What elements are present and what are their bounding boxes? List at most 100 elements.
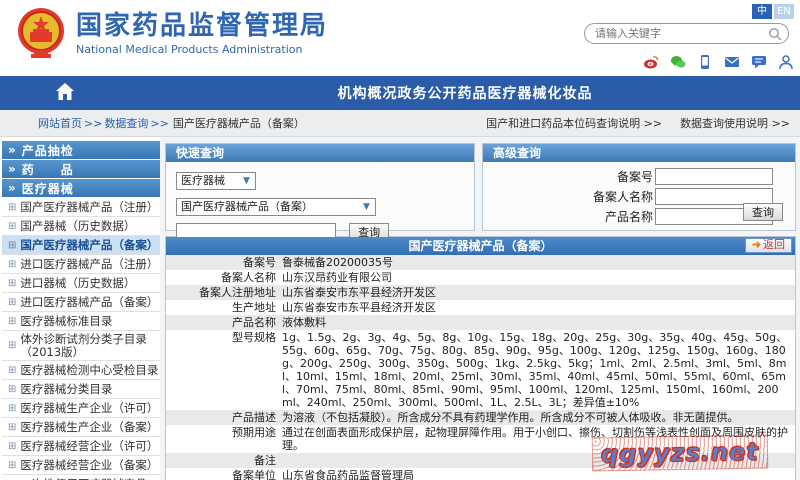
lang-zh-button[interactable]: 中 (752, 4, 772, 19)
sidebar-item[interactable]: » ⊞ 体外诊断试剂分类子目录（2013版） (2, 331, 160, 361)
sidebar-item[interactable]: » ⊞ 医疗器械生产企业（许可） (2, 399, 160, 418)
chevrons-icon: » (8, 181, 17, 195)
type-select[interactable]: 国产医疗器械产品（备案） ▼ (176, 198, 376, 216)
help-link[interactable]: 数据查询使用说明 >> (680, 115, 790, 131)
help-links: 国产和进口药品本位码查询说明 >> 数据查询使用说明 >> (486, 115, 790, 131)
sidebar-item-label: 医疗器械生产企业（备案） (20, 419, 158, 435)
detail-title-bar: 国产医疗器械产品（备案） ➜返回 (166, 237, 795, 255)
expand-icon: ⊞ (8, 259, 16, 270)
sidebar-item[interactable]: » ⊞ 医疗器械 (2, 179, 160, 198)
logo-area: 国家药品监督管理局 National Medical Products Admi… (16, 6, 328, 60)
breadcrumb: 网站首页>>数据查询>> 国产医疗器械产品（备案） (38, 115, 305, 131)
detail-row-label: 产品描述 (166, 411, 282, 424)
chevron-down-icon: ▼ (240, 175, 253, 187)
sidebar-item[interactable]: » ⊞ 进口医疗器械产品（备案） (2, 293, 160, 312)
nav-item-label[interactable]: 机构概况 (338, 86, 398, 102)
detail-row-value: 为溶液（不包括凝胶）。所含成分不具有药理学作用。所含成分不可被人体吸收。非无菌提… (282, 411, 795, 424)
mail-icon[interactable] (724, 54, 740, 70)
mobile-icon[interactable] (697, 54, 713, 70)
sidebar-item[interactable]: » ⊞ 医疗器械生产企业（备案） (2, 418, 160, 437)
message-icon[interactable] (751, 54, 767, 70)
detail-row: 产品描述 为溶液（不包括凝胶）。所含成分不具有药理学作用。所含成分不可被人体吸收… (166, 410, 795, 425)
sidebar-item[interactable]: » ⊞ 医疗器械经营企业（许可） (2, 437, 160, 456)
expand-icon: ⊞ (8, 221, 16, 232)
sidebar-item[interactable]: » ⊞ 医疗器械标准目录 (2, 312, 160, 331)
chevron-down-icon: ▼ (360, 201, 373, 213)
detail-row-value: 液体敷料 (282, 316, 795, 329)
sidebar-item[interactable]: » ⊞ 医疗器械检测中心受检目录 (2, 361, 160, 380)
sidebar-item[interactable]: » ⊞ 药 品 (2, 160, 160, 179)
nav-item: 机构概况政务公开药品医疗器械化妆品 (130, 83, 800, 103)
expand-icon: ⊞ (8, 297, 16, 308)
search-panels: 快速查询 医疗器械 ▼ 国产医疗器械产品（备案） ▼ (165, 143, 796, 231)
page: 国家药品监督管理局 National Medical Products Admi… (0, 0, 800, 480)
site-search-input[interactable] (595, 26, 765, 41)
detail-row-label: 产品名称 (166, 316, 282, 329)
back-button[interactable]: ➜返回 (745, 238, 792, 253)
sidebar-item[interactable]: » ⊞ 产品抽检 (2, 141, 160, 160)
sidebar-item-label: 医疗器械分类目录 (20, 381, 112, 397)
language-switch: 中 EN (584, 4, 794, 19)
sidebar-item-label: 国产医疗器械产品（注册） (20, 199, 158, 215)
sidebar-item-label: 药 品 (22, 161, 74, 178)
watermark: qgyyzs.net (592, 434, 768, 471)
expand-icon: ⊞ (8, 460, 16, 471)
nav-item-label[interactable]: 政务公开 (398, 86, 458, 102)
sidebar: » ⊞ 产品抽检 » ⊞ 药 品 » ⊞ 医疗器械 » (0, 137, 160, 480)
detail-row: 备案人注册地址 山东省泰安市东平县经济开发区 (166, 285, 795, 300)
nav-home[interactable] (0, 83, 130, 104)
field-label: 备案人名称 (578, 188, 653, 205)
detail-row-label: 生产地址 (166, 301, 282, 314)
advanced-search-title: 高级查询 (483, 144, 795, 162)
expand-icon: ⊞ (8, 441, 16, 452)
lang-en-button[interactable]: EN (774, 4, 794, 19)
expand-icon: ⊞ (8, 422, 16, 433)
user-icon[interactable] (778, 54, 794, 70)
detail-row-label: 型号规格 (166, 331, 282, 409)
sidebar-item-label: 医疗器械检测中心受检目录 (20, 362, 158, 378)
detail-row-label: 备案号 (166, 256, 282, 269)
detail-row: 生产地址 山东省泰安市东平县经济开发区 (166, 300, 795, 315)
nav-item-label[interactable]: 化妆品 (548, 86, 593, 102)
chevrons-icon: » (8, 143, 17, 157)
sidebar-item[interactable]: » ⊞ 国产医疗器械产品（注册） (2, 198, 160, 217)
category-select[interactable]: 医疗器械 ▼ (176, 172, 256, 190)
sidebar-item[interactable]: » ⊞ 国产器械（历史数据） (2, 217, 160, 236)
expand-icon: ⊞ (8, 339, 16, 352)
advanced-search-row: 备案号 (483, 168, 787, 185)
nav-item-label[interactable]: 医疗器械 (488, 86, 548, 102)
sidebar-item[interactable]: » ⊞ 医疗器械分类目录 (2, 380, 160, 399)
detail-row-label: 备注 (166, 454, 282, 467)
detail-row: 备案号 鲁泰械备20200035号 (166, 255, 795, 270)
sidebar-item-label: 进口医疗器械产品（注册） (20, 256, 158, 272)
breadcrumb-link[interactable]: 数据查询 (104, 117, 148, 130)
sidebar-item[interactable]: » ⊞ 医疗器械经营企业（备案） (2, 456, 160, 475)
advanced-search-panel: 高级查询 备案号 备案人名称 (482, 143, 796, 231)
sidebar-item-label: 医疗器械经营企业（备案） (20, 457, 158, 473)
search-icon[interactable] (768, 27, 782, 41)
main-column: 快速查询 医疗器械 ▼ 国产医疗器械产品（备案） ▼ (160, 137, 800, 480)
advanced-search-button[interactable]: 查询 (743, 203, 783, 221)
field-input[interactable] (655, 168, 773, 185)
home-icon (56, 83, 74, 100)
quick-search-title: 快速查询 (166, 144, 474, 162)
sidebar-item[interactable]: » ⊞ 进口器械（历史数据） (2, 274, 160, 293)
help-link[interactable]: 国产和进口药品本位码查询说明 >> (486, 115, 662, 131)
weibo-icon[interactable] (643, 54, 659, 70)
site-header: 国家药品监督管理局 National Medical Products Admi… (0, 0, 800, 76)
breadcrumb-link[interactable]: 网站首页 (38, 117, 82, 130)
expand-icon: ⊞ (8, 365, 16, 376)
sidebar-item[interactable]: » ⊞ 国产医疗器械产品（备案） (2, 236, 160, 255)
breadcrumb-separator: >> (150, 117, 168, 130)
wechat-icon[interactable] (670, 54, 686, 70)
quick-search-panel: 快速查询 医疗器械 ▼ 国产医疗器械产品（备案） ▼ (165, 143, 475, 231)
sidebar-item[interactable]: » ⊞ 一次性使用医疗器械产品 (2, 475, 160, 480)
nav-item-label[interactable]: 药品 (458, 86, 488, 102)
sidebar-item-label: 医疗器械标准目录 (20, 313, 112, 329)
detail-row-value: 山东省泰安市东平县经济开发区 (282, 286, 795, 299)
arrow-right-icon: ➜ (752, 239, 761, 251)
sidebar-item-label: 进口医疗器械产品（备案） (20, 294, 158, 310)
breadcrumb-bar: 网站首页>>数据查询>> 国产医疗器械产品（备案） 国产和进口药品本位码查询说明… (0, 110, 800, 137)
detail-row-value: 1g、1.5g、2g、3g、4g、5g、8g、10g、15g、18g、20g、2… (282, 331, 795, 409)
sidebar-item[interactable]: » ⊞ 进口医疗器械产品（注册） (2, 255, 160, 274)
